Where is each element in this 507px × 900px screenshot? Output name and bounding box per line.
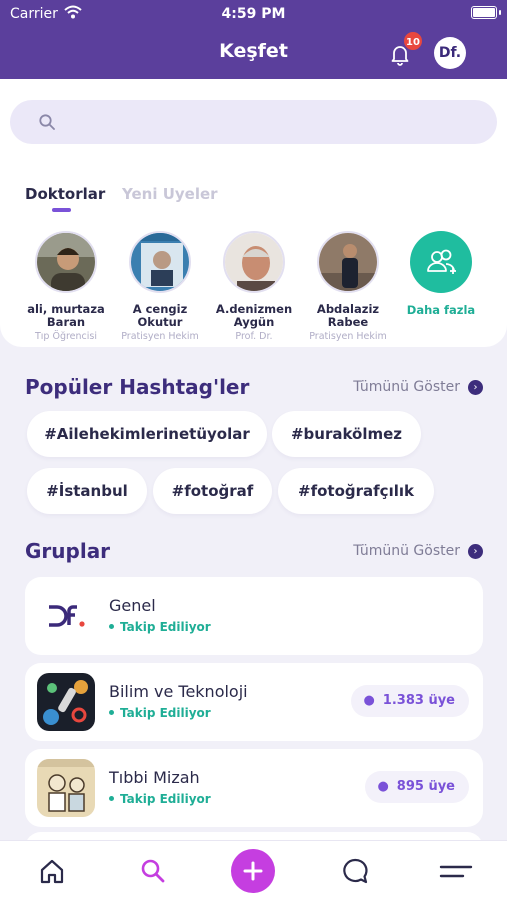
status-bar: Carrier 4:59 PM (0, 0, 507, 28)
hashtag-chip[interactable]: #burakölmez (272, 411, 421, 457)
doctor-name: A.denizmen Aygün (215, 302, 293, 329)
humor-cartoon-icon (37, 759, 95, 817)
group-name: Tıbbi Mizah (109, 768, 200, 787)
profile-avatar[interactable]: Df. (434, 37, 466, 69)
add-people-icon (410, 231, 472, 293)
search-input[interactable] (10, 100, 497, 144)
add-post-button[interactable] (231, 849, 275, 893)
group-card[interactable]: Bilim ve Teknoloji Takip Ediliyor ● 1.383… (25, 663, 483, 741)
tab-indicator (52, 208, 71, 212)
status-time: 4:59 PM (221, 6, 286, 22)
home-icon[interactable] (37, 856, 67, 886)
doctor-photo (129, 231, 191, 293)
hashtag-chip[interactable]: #fotoğraf (153, 468, 272, 514)
search-icon[interactable] (138, 856, 168, 886)
doctor-name: ali, murtaza Baran (27, 302, 105, 329)
doctor-title: Tıp Öğrencisi (34, 331, 97, 342)
search-icon (39, 114, 55, 130)
groups-see-all-button[interactable]: Tümünü Göster › (353, 543, 483, 559)
hashtags-see-all-button[interactable]: Tümünü Göster › (353, 379, 483, 395)
tab-doctors[interactable]: Doktorlar (25, 185, 105, 203)
doctor-card[interactable]: A cengiz Okutur Pratisyen Hekim (111, 231, 209, 342)
person-icon: ● (363, 693, 375, 708)
group-card[interactable]: Genel Takip Ediliyor (25, 577, 483, 655)
more-doctors-button[interactable]: Daha fazla (392, 231, 490, 317)
notification-badge: 10 (402, 30, 424, 52)
doctor-card[interactable]: A.denizmen Aygün Prof. Dr. (205, 231, 303, 342)
doctor-title: Pratisyen Hekim (121, 331, 199, 342)
person-icon: ● (377, 779, 389, 794)
menu-icon[interactable] (438, 856, 474, 886)
arrow-right-icon: › (468, 544, 483, 559)
doctor-title: Pratisyen Hekim (309, 331, 387, 342)
arrow-right-icon: › (468, 380, 483, 395)
page-title: Keşfet (219, 40, 288, 62)
hashtag-chip[interactable]: #Ailehekimlerinetüyolar (27, 411, 267, 457)
more-doctors-label: Daha fazla (406, 303, 476, 317)
see-all-label: Tümünü Göster (353, 543, 460, 559)
hashtag-chip[interactable]: #İstanbul (27, 468, 147, 514)
follow-status: Takip Ediliyor (109, 620, 211, 634)
doctor-photo (223, 231, 285, 293)
member-count-badge: ● 895 üye (365, 771, 469, 803)
tab-new-members[interactable]: Yeni Uyeler (122, 185, 218, 203)
df-logo-icon (37, 587, 95, 645)
member-count: 1.383 üye (382, 693, 455, 708)
follow-status: Takip Ediliyor (109, 706, 211, 720)
doctor-card[interactable]: ali, murtaza Baran Tıp Öğrencisi (17, 231, 115, 342)
member-count: 895 üye (396, 779, 455, 794)
chat-icon[interactable] (340, 856, 370, 886)
doctor-title: Prof. Dr. (235, 331, 273, 342)
doctor-photo (317, 231, 379, 293)
see-all-label: Tümünü Göster (353, 379, 460, 395)
science-icon (37, 673, 95, 731)
hashtag-chip[interactable]: #fotoğrafçılık (278, 468, 434, 514)
doctor-name: Abdalaziz Rabee (316, 302, 380, 329)
battery-icon (471, 6, 501, 19)
follow-status: Takip Ediliyor (109, 792, 211, 806)
groups-title: Gruplar (25, 539, 111, 563)
plus-icon (243, 861, 263, 881)
group-card[interactable]: Tıbbi Mizah Takip Ediliyor ● 895 üye (25, 749, 483, 827)
doctor-photo (35, 231, 97, 293)
group-name: Genel (109, 596, 156, 615)
doctor-card[interactable]: Abdalaziz Rabee Pratisyen Hekim (299, 231, 397, 342)
group-name: Bilim ve Teknoloji (109, 682, 248, 701)
app-header: Carrier 4:59 PM Keşfet 10 Df. (0, 0, 507, 79)
doctor-name: A cengiz Okutur (132, 302, 188, 329)
member-count-badge: ● 1.383 üye (351, 685, 469, 717)
hashtags-title: Popüler Hashtag'ler (25, 375, 250, 399)
